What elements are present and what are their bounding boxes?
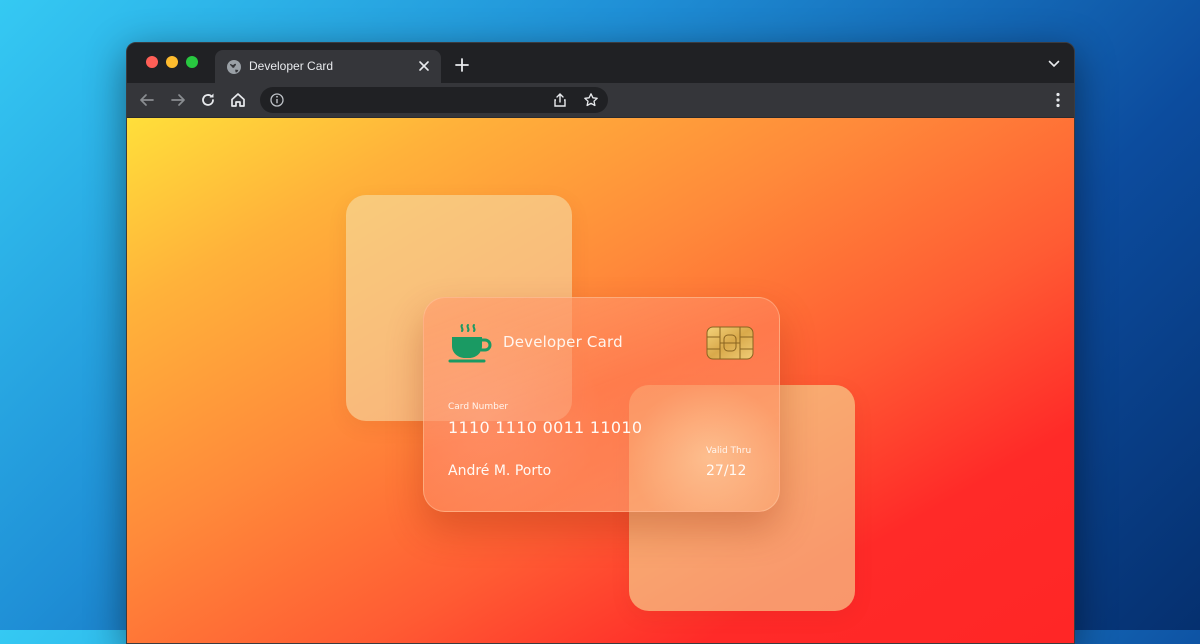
share-icon[interactable] [552,92,568,108]
card-highlight [629,383,779,511]
card-number-label: Card Number [448,402,509,412]
maximize-window-button[interactable] [186,56,198,68]
developer-card: Developer Card Card Number 1110 1110 001… [423,297,780,512]
card-holder-name: André M. Porto [448,463,552,479]
close-window-button[interactable] [146,56,158,68]
valid-thru-label: Valid Thru [706,446,752,456]
minimize-window-button[interactable] [166,56,178,68]
page-viewport: Developer Card Card Number 1110 1110 001… [127,118,1074,643]
valid-thru-date: 27/12 [706,463,747,479]
new-tab-icon[interactable] [455,58,469,72]
home-icon[interactable] [229,91,247,109]
card-brand: Developer Card [503,333,623,351]
back-arrow-icon[interactable] [138,91,156,109]
globe-icon [227,60,241,74]
chevron-down-icon[interactable] [1048,59,1060,69]
kebab-menu-icon[interactable] [1056,92,1060,108]
info-icon[interactable] [269,92,285,108]
star-icon[interactable] [583,92,599,108]
tab-bar: Developer Card [127,43,1074,83]
browser-window: Developer Card Developer Card Card Numbe… [126,42,1075,644]
card-number: 1110 1110 0011 11010 [448,418,643,437]
url-input[interactable] [292,91,546,111]
tab-developer-card[interactable]: Developer Card [215,50,441,83]
coffee-cup-icon [448,324,492,363]
card-chip-icon [706,326,754,360]
close-tab-icon[interactable] [417,59,431,73]
tab-title: Developer Card [249,59,334,73]
browser-toolbar [127,83,1074,118]
reload-icon[interactable] [199,91,217,109]
forward-arrow-icon[interactable] [169,91,187,109]
address-bar[interactable] [260,87,608,113]
